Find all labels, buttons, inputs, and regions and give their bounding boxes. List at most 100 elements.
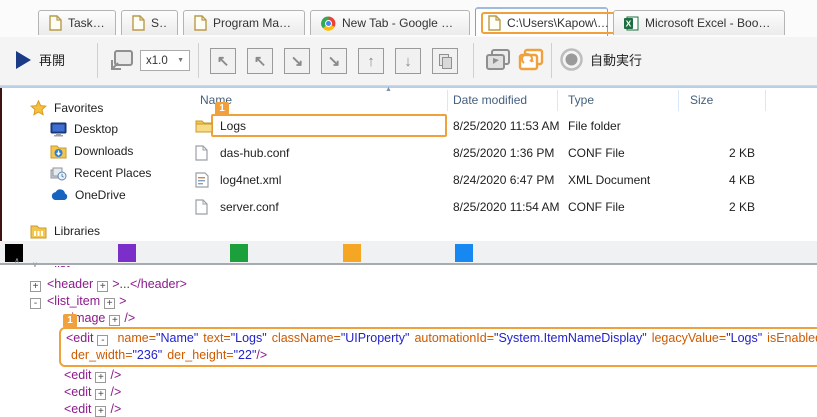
toggle-expand-icon[interactable]: + xyxy=(109,315,120,326)
toolbar-divider xyxy=(473,43,474,78)
panel-divider[interactable] xyxy=(0,263,817,265)
downloads-icon xyxy=(50,144,67,159)
sidebar-item-onedrive[interactable]: OneDrive xyxy=(50,185,126,205)
sidebar-item-libraries[interactable]: Libraries xyxy=(30,221,100,241)
tree-lines: +<header+>...</header>-<list_item+><imag… xyxy=(0,276,817,417)
step-into-down-right-button[interactable]: ↘ xyxy=(284,48,310,74)
toggle-collapse-icon[interactable]: - xyxy=(97,335,108,346)
toggle-expand-icon[interactable]: + xyxy=(95,389,106,400)
play-icon xyxy=(16,51,31,69)
node-toggle-expand-icon[interactable]: + xyxy=(30,281,41,292)
sidebar-item-label: Favorites xyxy=(54,101,103,115)
toggle-expand-icon[interactable]: + xyxy=(95,372,106,383)
move-down-button[interactable]: ↓ xyxy=(395,48,421,74)
tree-node[interactable]: -<list_item+> xyxy=(0,293,817,310)
screens-button[interactable] xyxy=(483,47,513,74)
file-row-server-conf[interactable]: server.conf8/25/2020 11:54 AMCONF File2 … xyxy=(185,194,817,221)
file-date: 8/25/2020 11:53 AM xyxy=(453,119,560,133)
desktop-icon xyxy=(50,122,67,137)
selected-edit-node[interactable]: 1<edit-name="Name"text="Logs"className="… xyxy=(59,327,817,367)
resume-button[interactable]: 再開 xyxy=(16,50,65,69)
tree-node[interactable]: <edit+/> xyxy=(0,384,817,401)
color-swatch-4[interactable] xyxy=(343,244,361,262)
color-swatch-3[interactable] xyxy=(230,244,248,262)
tab-program-manager[interactable]: Program Manager xyxy=(183,10,305,35)
file-date: 8/25/2020 11:54 AM xyxy=(453,200,560,214)
selection-badge: 1 xyxy=(215,102,229,116)
refresh-screens-button[interactable] xyxy=(516,47,546,74)
file-icon xyxy=(195,145,208,161)
column-separator[interactable] xyxy=(678,90,679,111)
jump-up-left-button[interactable]: ↖ xyxy=(247,48,273,74)
color-swatch-5[interactable] xyxy=(455,244,473,262)
file-row-das-hub-conf[interactable]: das-hub.conf8/25/2020 1:36 PMCONF File2 … xyxy=(185,140,817,167)
column-separator[interactable] xyxy=(557,90,558,111)
toggle-expand-icon[interactable]: + xyxy=(97,281,108,292)
toolbar-divider xyxy=(97,43,98,78)
move-up-icon: ↑ xyxy=(367,53,375,70)
color-swatch-2[interactable] xyxy=(118,244,136,262)
tab-start[interactable]: Start xyxy=(121,10,178,35)
toggle-expand-icon[interactable]: + xyxy=(104,298,115,309)
tree-node[interactable]: +<header+>...</header> xyxy=(0,276,817,293)
tab-label: Start xyxy=(151,16,167,30)
svg-text:X: X xyxy=(626,18,632,28)
tab-new-tab-google-chrome[interactable]: New Tab - Google Chrome xyxy=(310,10,470,35)
jump-down-right-icon: ↘ xyxy=(328,52,341,70)
file-date: 8/24/2020 6:47 PM xyxy=(453,173,554,187)
column-separator[interactable] xyxy=(765,90,766,111)
copy-document-button[interactable] xyxy=(432,48,458,74)
file-row-logs[interactable]: 1Logs8/25/2020 11:53 AMFile folder xyxy=(185,113,817,140)
sidebar-item-recent-places[interactable]: Recent Places xyxy=(50,163,151,183)
tree-token-tag: /> xyxy=(110,368,121,382)
column-separator[interactable] xyxy=(447,90,448,111)
toolbar-divider xyxy=(198,43,199,78)
sort-ascending-icon[interactable]: ▲ xyxy=(385,86,392,93)
splitter-collapse-icon[interactable]: ∧ xyxy=(14,256,20,265)
move-down-icon: ↓ xyxy=(404,53,412,70)
libraries-icon xyxy=(30,224,47,239)
tree-token-attr: className= xyxy=(272,331,341,345)
edit-node-line-1: <edit-name="Name"text="Logs"className="U… xyxy=(66,330,817,347)
jump-up-left-icon: ↖ xyxy=(254,52,267,70)
step-out-up-left-button[interactable]: ↖ xyxy=(210,48,236,74)
tab-taskbar[interactable]: Taskbar xyxy=(38,10,116,35)
tree-token-tag: > xyxy=(112,277,119,291)
tree-token-tag: <edit xyxy=(64,402,91,416)
splitter-expand-icon[interactable]: ∨ xyxy=(32,260,38,269)
edit-node-line-2: der_width="236"der_height="22"/> xyxy=(66,347,817,364)
refresh-capture-button[interactable] xyxy=(108,47,136,74)
sidebar-item-downloads[interactable]: Downloads xyxy=(50,141,133,161)
tree-token-attr: text= xyxy=(203,331,230,345)
color-swatch-bar xyxy=(0,241,817,263)
tree-node[interactable]: <edit + /> xyxy=(0,367,817,384)
tree-token-tag: </header> xyxy=(130,277,187,291)
app-window: Taskbar Start Program ManagerNew Tab - Goo… xyxy=(0,0,817,417)
tab-microsoft-excel-book1-xlsx[interactable]: XMicrosoft Excel - Book1.xlsx xyxy=(613,10,785,35)
onedrive-icon xyxy=(50,189,68,201)
column-header-size[interactable]: Size xyxy=(690,93,713,107)
column-header-date-modified[interactable]: Date modified xyxy=(453,93,527,107)
sidebar-item-desktop[interactable]: Desktop xyxy=(50,119,118,139)
column-header-type[interactable]: Type xyxy=(568,93,594,107)
jump-down-right-button[interactable]: ↘ xyxy=(321,48,347,74)
tree-token-tag: <edit xyxy=(64,368,91,382)
file-row-log4net-xml[interactable]: log4net.xml8/24/2020 6:47 PMXML Document… xyxy=(185,167,817,194)
node-toggle-collapse-icon[interactable]: - xyxy=(30,298,41,309)
step-into-down-right-icon: ↘ xyxy=(291,52,304,70)
toolbar: 再開 x1.0 ▼ ↖ ↖ ↘ ↘ ↑ ↓ xyxy=(0,37,817,86)
capture-screen-icon xyxy=(108,47,136,74)
move-up-button[interactable]: ↑ xyxy=(358,48,384,74)
sidebar-item-favorites[interactable]: Favorites xyxy=(30,98,103,118)
zoom-select[interactable]: x1.0 ▼ xyxy=(140,50,190,71)
document-icon xyxy=(194,15,207,31)
step-out-up-left-icon: ↖ xyxy=(217,52,230,70)
tree-token-val: "Logs" xyxy=(726,331,762,345)
auto-run-button[interactable]: 自動実行 xyxy=(560,48,642,71)
tree-node[interactable]: <image+/> xyxy=(0,310,817,327)
tree-token-attr: der_width= xyxy=(71,348,133,362)
tab-c-users-kapow-a[interactable]: C:\Users\Kapow\A... xyxy=(475,7,608,36)
explorer-sidebar: Favorites DesktopDownloadsRecent PlacesOn… xyxy=(8,88,185,241)
file-date: 8/25/2020 1:36 PM xyxy=(453,146,554,160)
tree-token-tag: /> xyxy=(124,311,135,325)
